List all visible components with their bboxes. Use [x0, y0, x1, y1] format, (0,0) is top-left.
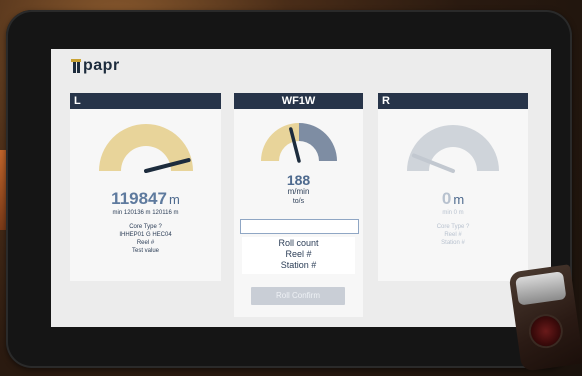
- right-line-2: Reel #: [444, 232, 462, 238]
- left-line-3: Reel #: [136, 240, 155, 246]
- left-line-4: Test value: [131, 248, 159, 254]
- center-info-line-2: Reel #: [285, 249, 312, 259]
- center-info-line-1: Roll count: [278, 238, 319, 248]
- app-screen: papr L 119847 m min 120136 m 120116 m Cor…: [51, 49, 551, 327]
- left-line-1: Core Type ?: [129, 224, 162, 230]
- right-line-3: Station #: [441, 240, 465, 246]
- center-sub: to/s: [292, 198, 305, 205]
- panel-right-header: R: [378, 93, 528, 109]
- center-unit: m/min: [287, 187, 310, 196]
- app-logo: papr: [71, 55, 120, 74]
- roll-confirm-button[interactable]: Roll Confirm: [251, 287, 345, 305]
- left-value-number: 119847: [111, 189, 167, 208]
- panel-center: WF1W 188 m/min to/s Roll count Reel # St…: [234, 93, 363, 317]
- left-line-2: IHHEP01 G HEC04: [119, 232, 172, 238]
- center-text-input[interactable]: [240, 219, 359, 234]
- scanner-lens-icon: [528, 314, 563, 349]
- handheld-scanner-device: [508, 264, 582, 372]
- left-value-unit: m: [168, 192, 180, 207]
- tablet-device: papr L 119847 m min 120136 m 120116 m Cor…: [6, 10, 572, 368]
- gauge-right: [378, 119, 528, 177]
- panel-left-header: L: [70, 93, 221, 109]
- logo-text: papr: [83, 57, 120, 74]
- panel-center-header: WF1W: [234, 93, 363, 109]
- gauge-center: [234, 117, 363, 167]
- gauge-center-arc-slate: [298, 123, 337, 161]
- center-value: 188: [286, 172, 311, 188]
- right-value: 0m: [378, 189, 528, 209]
- panel-left: L 119847 m min 120136 m 120116 m Core Typ…: [70, 93, 221, 281]
- right-range-text: min 0 m: [442, 210, 464, 216]
- gauge-left: [70, 117, 221, 179]
- left-value: 119847 m: [70, 189, 221, 209]
- left-range-text: min 120136 m 120116 m: [112, 210, 179, 216]
- right-value-number: 0: [441, 189, 452, 208]
- center-info-line-3: Station #: [280, 260, 317, 270]
- right-value-unit: m: [453, 192, 465, 207]
- scanner-top: [515, 271, 567, 306]
- logo-mark-icon: [71, 59, 81, 73]
- panel-right: R 0m min 0 m Core Type ? Reel # Station …: [378, 93, 528, 281]
- gauge-right-arc-dim: [407, 125, 499, 171]
- right-line-1: Core Type ?: [436, 224, 470, 230]
- center-info-box: Roll count Reel # Station #: [242, 237, 355, 274]
